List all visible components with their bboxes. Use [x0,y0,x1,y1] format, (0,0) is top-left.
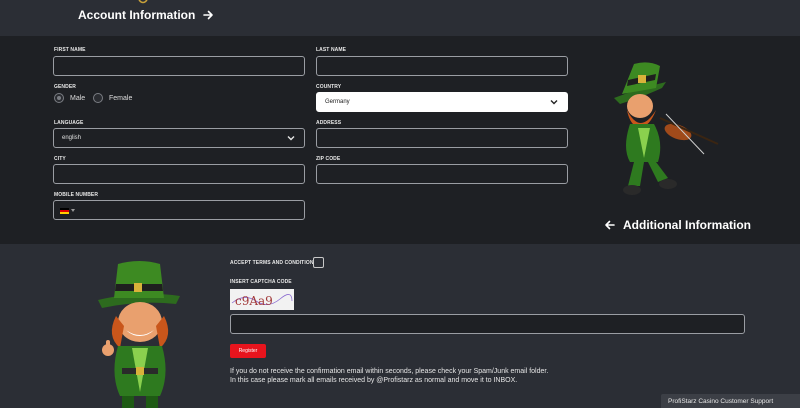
mobile-number-field[interactable] [53,200,305,220]
last-name-label: LAST NAME [316,47,347,53]
captcha-image: c9Aa9 [230,289,294,310]
germany-flag-icon[interactable] [60,208,69,214]
language-select[interactable]: english [53,128,305,148]
accept-terms-label: ACCEPT TERMS AND CONDITIONS [230,260,317,266]
account-information-title: Account Information [78,8,196,22]
gender-male-radio[interactable]: Male [54,93,85,103]
country-value: Germany [325,99,350,105]
gender-male-label: Male [70,94,86,102]
accept-terms-checkbox[interactable] [313,257,324,268]
last-name-field[interactable] [316,56,568,76]
flag-dropdown-caret-icon [71,209,75,212]
account-information-heading: Account Information [78,8,214,22]
top-band: Account Information [0,0,800,36]
language-value: english [62,135,82,141]
leprechaun-thumbs-up-illustration [98,261,180,408]
captcha-graphic: c9Aa9 [231,294,293,308]
register-button[interactable]: Register [230,344,266,358]
first-name-field[interactable] [53,56,305,76]
additional-information-heading: Additional Information [604,218,751,232]
language-label: LANGUAGE [54,120,84,126]
additional-information-title: Additional Information [623,218,751,232]
first-name-label: FIRST NAME [54,47,86,53]
country-select[interactable]: Germany [316,92,568,112]
arrow-right-icon [203,10,214,20]
confirmation-note-line2: In this case please mark all emails rece… [230,377,518,384]
city-field[interactable] [53,164,305,184]
captcha-text: c9Aa9 [235,294,273,308]
captcha-label: INSERT CAPTCHA CODE [230,279,292,285]
address-label: ADDRESS [316,120,342,126]
country-label: COUNTRY [316,84,342,90]
zip-code-field[interactable] [316,164,568,184]
customer-support-tab[interactable]: ProfiStarz Casino Customer Support [661,394,800,408]
mobile-number-label: MOBILE NUMBER [54,192,99,198]
radio-unselected-icon [93,93,103,103]
gender-label: GENDER [54,84,76,90]
gender-female-radio[interactable]: Female [93,93,132,103]
gender-female-label: Female [109,94,133,102]
decorative-tip-icon [138,0,148,4]
captcha-input[interactable] [230,314,745,334]
chevron-down-icon [550,100,558,105]
leprechaun-violin-illustration [614,62,719,195]
radio-selected-icon [54,93,64,103]
address-field[interactable] [316,128,568,148]
city-label: CITY [54,156,66,162]
confirmation-note-line1: If you do not receive the confirmation e… [230,368,549,375]
arrow-left-icon [605,220,615,230]
zip-code-label: ZIP CODE [316,156,341,162]
chevron-down-icon [287,136,295,141]
customer-support-label: ProfiStarz Casino Customer Support [668,397,774,405]
